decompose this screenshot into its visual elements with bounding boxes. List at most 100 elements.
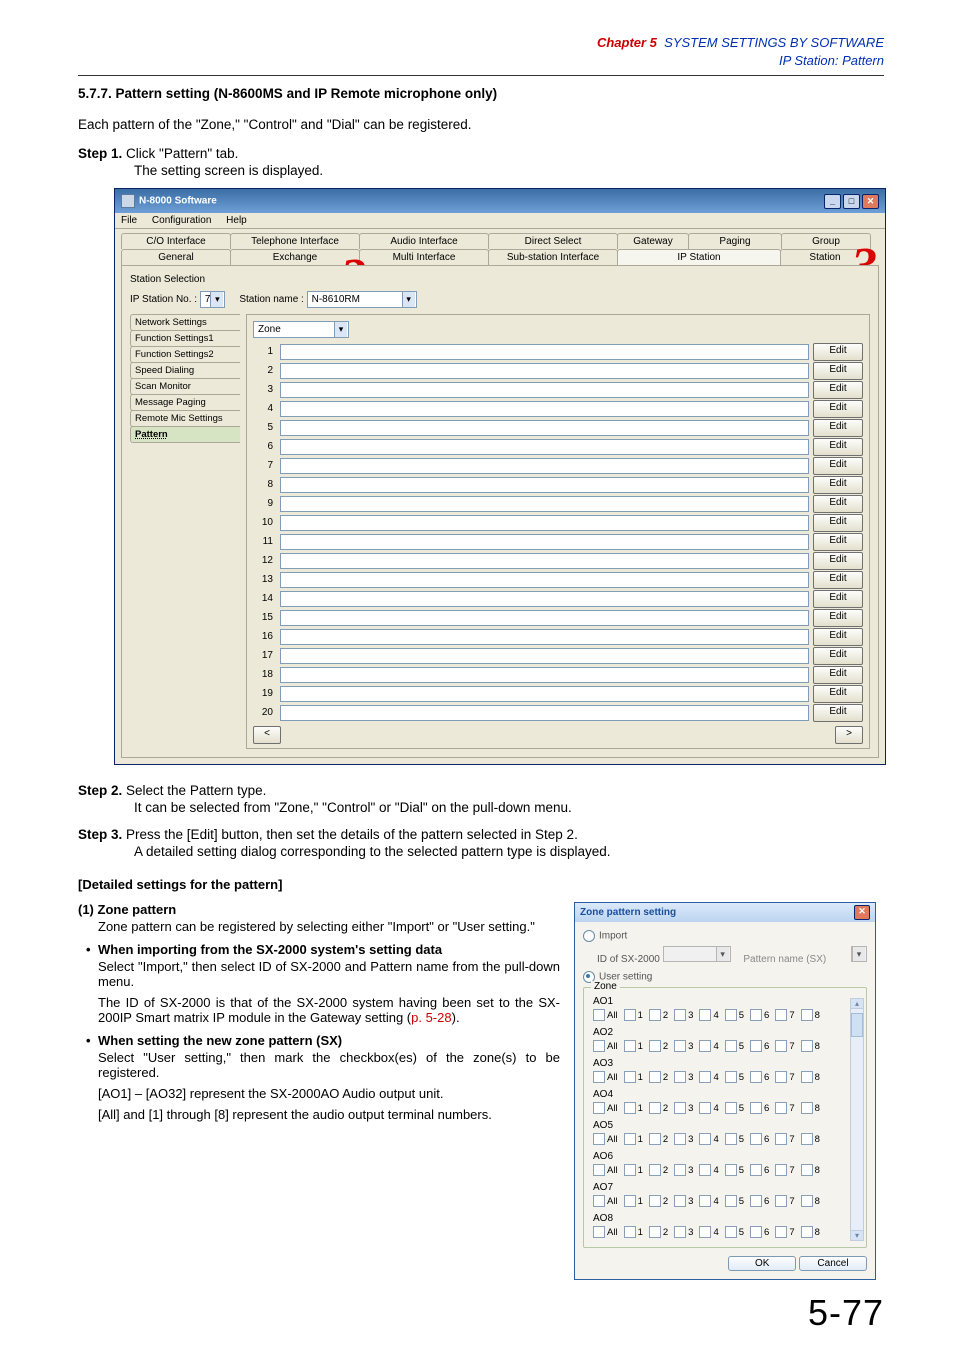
zone-checkbox[interactable]: 5	[725, 1226, 744, 1238]
zone-checkbox[interactable]: 2	[649, 1040, 668, 1052]
zone-checkbox[interactable]: 4	[699, 1102, 718, 1114]
pattern-name-field[interactable]	[280, 572, 809, 588]
zone-checkbox[interactable]: 5	[725, 1195, 744, 1207]
zone-checkbox[interactable]: 8	[801, 1164, 820, 1176]
menu-file[interactable]: File	[121, 215, 137, 226]
zone-checkbox[interactable]: 6	[750, 1226, 769, 1238]
top-tab[interactable]: Exchange	[230, 249, 360, 265]
zone-checkbox[interactable]: 1	[624, 1071, 643, 1083]
zone-checkbox[interactable]: 5	[725, 1102, 744, 1114]
edit-button[interactable]: Edit	[813, 457, 863, 475]
zone-checkbox[interactable]: 7	[775, 1102, 794, 1114]
edit-button[interactable]: Edit	[813, 666, 863, 684]
edit-button[interactable]: Edit	[813, 400, 863, 418]
pattern-name-field[interactable]	[280, 591, 809, 607]
pattern-name-field[interactable]	[280, 439, 809, 455]
window-close-button[interactable]: ✕	[862, 194, 879, 209]
zone-checkbox[interactable]: 3	[674, 1133, 693, 1145]
zone-checkbox[interactable]: 2	[649, 1226, 668, 1238]
zone-checkbox[interactable]: 8	[801, 1195, 820, 1207]
edit-button[interactable]: Edit	[813, 533, 863, 551]
zone-checkbox[interactable]: 1	[624, 1164, 643, 1176]
zone-checkbox[interactable]: 6	[750, 1071, 769, 1083]
pattern-name-sx-select[interactable]	[851, 946, 867, 962]
edit-button[interactable]: Edit	[813, 419, 863, 437]
zone-checkbox[interactable]: 7	[775, 1009, 794, 1021]
zone-checkbox[interactable]: 4	[699, 1226, 718, 1238]
zone-checkbox[interactable]: 8	[801, 1009, 820, 1021]
side-tab[interactable]: Function Settings1	[130, 330, 240, 347]
top-tab[interactable]: Station	[780, 249, 870, 265]
top-tab[interactable]: Paging	[688, 233, 782, 249]
zone-checkbox[interactable]: 6	[750, 1102, 769, 1114]
pattern-name-field[interactable]	[280, 496, 809, 512]
zone-checkbox[interactable]: 4	[699, 1071, 718, 1083]
zone-checkbox[interactable]: All	[593, 1226, 618, 1238]
top-tab[interactable]: Gateway	[617, 233, 689, 249]
edit-button[interactable]: Edit	[813, 514, 863, 532]
edit-button[interactable]: Edit	[813, 495, 863, 513]
zone-checkbox[interactable]: 5	[725, 1071, 744, 1083]
zone-checkbox[interactable]: 2	[649, 1071, 668, 1083]
zone-checkbox[interactable]: 7	[775, 1040, 794, 1052]
pattern-name-field[interactable]	[280, 534, 809, 550]
zone-checkbox[interactable]: 3	[674, 1071, 693, 1083]
zone-checkbox[interactable]: 1	[624, 1040, 643, 1052]
page-link[interactable]: p. 5-28	[411, 1010, 451, 1025]
edit-button[interactable]: Edit	[813, 628, 863, 646]
zone-checkbox[interactable]: 7	[775, 1071, 794, 1083]
zone-checkbox[interactable]: 1	[624, 1226, 643, 1238]
pattern-name-field[interactable]	[280, 705, 809, 721]
edit-button[interactable]: Edit	[813, 343, 863, 361]
top-tab[interactable]: Sub-station Interface	[488, 249, 618, 265]
menu-help[interactable]: Help	[226, 215, 247, 226]
zone-checkbox[interactable]: 3	[674, 1040, 693, 1052]
zone-checkbox[interactable]: All	[593, 1009, 618, 1021]
edit-button[interactable]: Edit	[813, 685, 863, 703]
pattern-type-select[interactable]: Zone	[253, 321, 349, 338]
zone-checkbox[interactable]: 4	[699, 1195, 718, 1207]
top-tab[interactable]: Direct Select	[488, 233, 618, 249]
ip-station-no-select[interactable]: 7	[200, 291, 226, 308]
zone-checkbox[interactable]: 5	[725, 1164, 744, 1176]
zone-checkbox[interactable]: 3	[674, 1009, 693, 1021]
pattern-name-field[interactable]	[280, 477, 809, 493]
zone-checkbox[interactable]: 7	[775, 1226, 794, 1238]
zone-checkbox[interactable]: 8	[801, 1226, 820, 1238]
pattern-name-field[interactable]	[280, 629, 809, 645]
zone-checkbox[interactable]: 3	[674, 1164, 693, 1176]
edit-button[interactable]: Edit	[813, 571, 863, 589]
zone-checkbox[interactable]: 3	[674, 1226, 693, 1238]
pattern-name-field[interactable]	[280, 382, 809, 398]
scroll-right-button[interactable]: >	[835, 726, 863, 744]
zone-checkbox[interactable]: 8	[801, 1040, 820, 1052]
zone-checkbox[interactable]: All	[593, 1102, 618, 1114]
edit-button[interactable]: Edit	[813, 647, 863, 665]
zone-checkbox[interactable]: 4	[699, 1133, 718, 1145]
zp-dialog-close-button[interactable]: ✕	[854, 905, 870, 920]
side-tab[interactable]: Message Paging	[130, 394, 240, 411]
side-tab[interactable]: Scan Monitor	[130, 378, 240, 395]
station-name-select[interactable]: N-8610RM	[307, 291, 417, 308]
top-tab[interactable]: Multi Interface	[359, 249, 489, 265]
edit-button[interactable]: Edit	[813, 704, 863, 722]
edit-button[interactable]: Edit	[813, 590, 863, 608]
zp-cancel-button[interactable]: Cancel	[799, 1256, 867, 1271]
zone-checkbox[interactable]: 6	[750, 1164, 769, 1176]
edit-button[interactable]: Edit	[813, 381, 863, 399]
pattern-name-field[interactable]	[280, 363, 809, 379]
pattern-name-field[interactable]	[280, 667, 809, 683]
side-tab[interactable]: Remote Mic Settings	[130, 410, 240, 427]
pattern-name-field[interactable]	[280, 515, 809, 531]
pattern-name-field[interactable]	[280, 420, 809, 436]
zone-checkbox[interactable]: 6	[750, 1133, 769, 1145]
pattern-name-field[interactable]	[280, 458, 809, 474]
side-tab[interactable]: Speed Dialing	[130, 362, 240, 379]
pattern-name-field[interactable]	[280, 610, 809, 626]
side-tab[interactable]: Network Settings	[130, 314, 240, 331]
window-minimize-button[interactable]: _	[824, 194, 841, 209]
zone-checkbox[interactable]: All	[593, 1040, 618, 1052]
zone-checkbox[interactable]: 5	[725, 1040, 744, 1052]
zone-checkbox[interactable]: All	[593, 1133, 618, 1145]
pattern-name-field[interactable]	[280, 648, 809, 664]
